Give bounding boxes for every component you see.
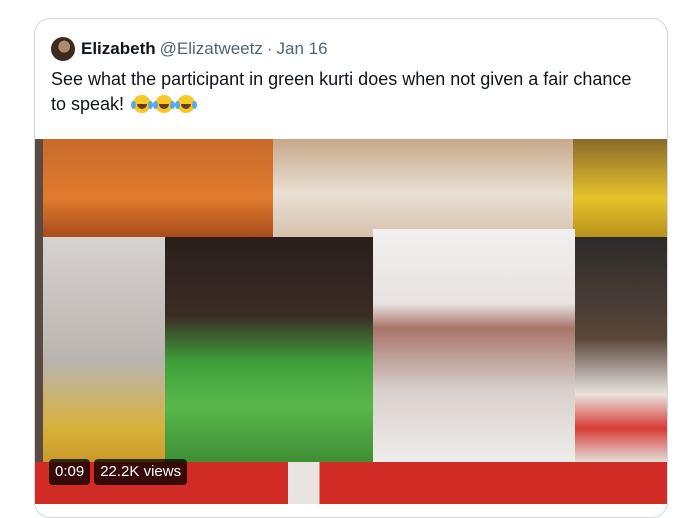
video-panel-top-right <box>573 139 667 237</box>
video-panel-top-middle <box>273 139 573 237</box>
tweet-date[interactable]: Jan 16 <box>277 39 328 59</box>
avatar[interactable] <box>51 37 75 61</box>
video-panel-right <box>575 237 667 462</box>
video-panel-green-kurti <box>165 237 373 462</box>
tweet-header: Elizabeth @Elizatweetz · Jan 16 <box>51 37 328 61</box>
video-views: 22.2K views <box>94 459 188 485</box>
video-panel-left <box>43 237 165 462</box>
laughing-emoji-icon <box>175 95 196 113</box>
laughing-emoji-icon <box>153 95 174 113</box>
video-panel-man <box>373 229 575 477</box>
display-name[interactable]: Elizabeth <box>81 39 156 59</box>
tweet-text: See what the participant in green kurti … <box>51 67 651 117</box>
video-badge: 0:09 22.2K views <box>49 459 188 485</box>
quoted-tweet[interactable]: Elizabeth @Elizatweetz · Jan 16 See what… <box>34 18 668 518</box>
separator: · <box>266 39 273 58</box>
video-panel-top-left <box>43 139 273 237</box>
user-handle[interactable]: @Elizatweetz <box>160 39 263 59</box>
video-duration: 0:09 <box>49 459 91 485</box>
laughing-emoji-icon <box>131 95 152 113</box>
top-link-fragment <box>86 0 126 4</box>
video-media[interactable] <box>35 139 667 504</box>
